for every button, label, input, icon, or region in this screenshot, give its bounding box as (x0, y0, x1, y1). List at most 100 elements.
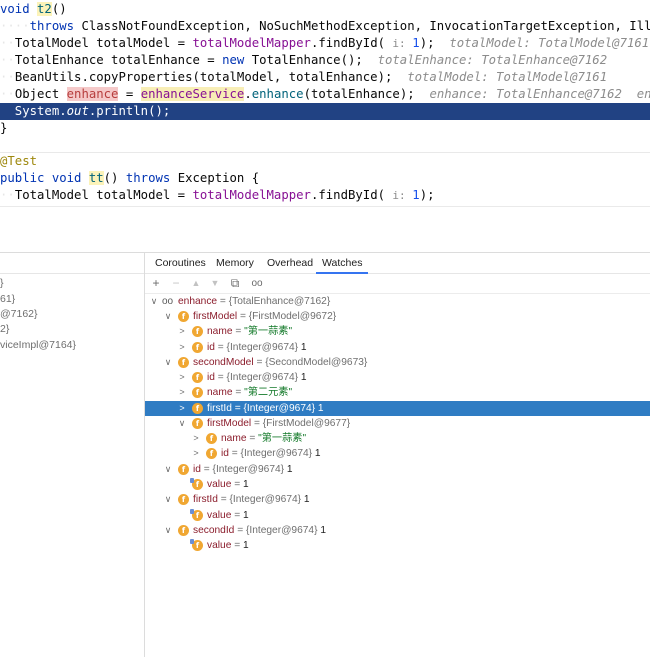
code-line: @Test (0, 154, 38, 168)
watch-type: = {TotalEnhance@7162} (217, 296, 331, 307)
chevron-right-icon[interactable]: > (177, 401, 187, 416)
tree-row[interactable]: > f id = {Integer@9674} 1 (145, 446, 650, 461)
field-icon: f (190, 539, 203, 551)
chevron-right-icon[interactable]: > (177, 324, 187, 339)
watch-name: id (193, 464, 201, 475)
watch-type: = {Integer@9674} (231, 403, 318, 414)
chevron-right-icon[interactable]: > (177, 340, 187, 355)
remove-watch-icon[interactable]: − (169, 275, 183, 292)
chevron-right-icon[interactable]: > (177, 385, 187, 400)
glasses-icon: oo (162, 296, 174, 307)
duplicate-watch-icon[interactable]: ⧉ (228, 275, 242, 292)
code-line: public void tt() throws Exception { (0, 171, 260, 185)
variable-item[interactable]: 2} (0, 321, 9, 337)
field-icon: f (192, 387, 203, 398)
editor-gap (0, 206, 650, 253)
watch-type: = (246, 433, 259, 444)
tab-memory[interactable]: Memory (216, 253, 254, 273)
watch-name: name (207, 387, 233, 398)
watch-name: firstModel (207, 418, 252, 429)
watch-name: value (207, 510, 232, 521)
move-up-icon[interactable]: ▲ (189, 275, 203, 292)
tree-row[interactable]: f value = 1 (145, 508, 650, 523)
watch-value: 1 (286, 464, 293, 475)
code-line: ··BeanUtils.copyProperties(totalModel, t… (0, 70, 608, 84)
variable-item[interactable]: viceImpl@7164} (0, 337, 76, 353)
watch-name: id (207, 342, 215, 353)
add-watch-icon[interactable]: + (149, 275, 163, 292)
chevron-right-icon[interactable]: > (177, 370, 187, 385)
tree-row[interactable]: ∨ oo enhance = {TotalEnhance@7162} (145, 294, 650, 309)
field-icon: f (206, 433, 217, 444)
code-line: ··TotalModel totalModel = totalModelMapp… (0, 36, 650, 50)
watch-type: = {Integer@9674} (214, 372, 301, 383)
tree-row[interactable]: ∨ f secondId = {Integer@9674} 1 (145, 523, 650, 538)
field-icon: f (178, 494, 189, 505)
code-line: } (0, 121, 8, 135)
watch-type: = (232, 387, 245, 398)
code-line: ··TotalEnhance totalEnhance = new TotalE… (0, 53, 608, 67)
tree-row[interactable]: > f id = {Integer@9674} 1 (145, 340, 650, 355)
field-icon: f (190, 478, 203, 490)
field-icon: f (178, 525, 189, 536)
tree-row[interactable]: f value = 1 (145, 538, 650, 553)
tree-row[interactable]: > f id = {Integer@9674} 1 (145, 370, 650, 385)
watch-type: = {Integer@9674} (200, 464, 287, 475)
chevron-down-icon[interactable]: ∨ (177, 416, 187, 431)
variable-item[interactable]: 61} (0, 291, 15, 307)
watch-value: 1 (242, 540, 249, 551)
chevron-down-icon[interactable]: ∨ (163, 492, 173, 507)
watch-type: = {FirstModel@9672} (237, 311, 337, 322)
code-editor[interactable]: void t2() ····throws ClassNotFoundExcept… (0, 0, 650, 206)
watch-name: firstId (193, 494, 218, 505)
move-down-icon[interactable]: ▼ (208, 275, 222, 292)
variable-item[interactable]: } (0, 275, 4, 291)
chevron-down-icon[interactable]: ∨ (163, 355, 173, 370)
chevron-right-icon[interactable]: > (191, 431, 201, 446)
chevron-down-icon[interactable]: ∨ (163, 462, 173, 477)
watch-value: "第一蒜素" (244, 326, 293, 337)
tree-row[interactable]: ∨ f firstModel = {FirstModel@9677} (145, 416, 650, 431)
glasses-icon[interactable]: oo (248, 275, 266, 292)
tree-row[interactable]: ∨ f secondModel = {SecondModel@9673} (145, 355, 650, 370)
watch-type: = (231, 510, 243, 521)
tab-overhead[interactable]: Overhead (267, 253, 313, 273)
field-icon: f (192, 342, 203, 353)
tree-row[interactable]: > f name = "第一蒜素" (145, 324, 650, 339)
tree-row-selected[interactable]: > f firstId = {Integer@9674} 1 (145, 401, 650, 416)
tree-row[interactable]: > f name = "第一蒜素" (145, 431, 650, 446)
code-line: ··TotalModel totalModel = totalModelMapp… (0, 188, 435, 202)
field-icon: f (190, 509, 203, 521)
field-icon: f (192, 326, 203, 337)
watch-type: = {Integer@9674} (234, 525, 321, 536)
watch-type: = {FirstModel@9677} (251, 418, 351, 429)
watch-name: name (207, 326, 233, 337)
watch-name: name (221, 433, 247, 444)
tab-coroutines[interactable]: Coroutines (155, 253, 206, 273)
tree-row[interactable]: ∨ f firstModel = {FirstModel@9672} (145, 309, 650, 324)
field-icon: f (178, 464, 189, 475)
watch-name: value (207, 540, 232, 551)
tree-row[interactable]: f value = 1 (145, 477, 650, 492)
debug-tabs: Coroutines Memory Overhead Watches (145, 253, 650, 274)
watch-value: "第一蒜素" (258, 433, 307, 444)
tree-row[interactable]: ∨ f firstId = {Integer@9674} 1 (145, 492, 650, 507)
field-icon: f (178, 357, 189, 368)
watches-tree: ∨ oo enhance = {TotalEnhance@7162} ∨ f f… (145, 294, 650, 657)
watch-name: id (207, 372, 215, 383)
watch-name: value (207, 479, 232, 490)
tab-watches[interactable]: Watches (316, 253, 369, 274)
chevron-down-icon[interactable]: ∨ (163, 309, 173, 324)
watch-name: secondModel (193, 357, 254, 368)
chevron-right-icon[interactable]: > (191, 446, 201, 461)
field-icon: f (192, 372, 203, 383)
chevron-down-icon[interactable]: ∨ (149, 294, 159, 309)
chevron-down-icon[interactable]: ∨ (163, 523, 173, 538)
field-icon: f (206, 448, 217, 459)
tree-row[interactable]: ∨ f id = {Integer@9674} 1 (145, 462, 650, 477)
variable-item[interactable]: @7162} (0, 306, 38, 322)
debug-panel: } 61} @7162} 2} viceImpl@7164} Coroutine… (0, 252, 650, 657)
watch-value: 1 (317, 403, 324, 414)
tree-row[interactable]: > f name = "第二元素" (145, 385, 650, 400)
code-line: ····throws ClassNotFoundException, NoSuc… (0, 19, 650, 33)
